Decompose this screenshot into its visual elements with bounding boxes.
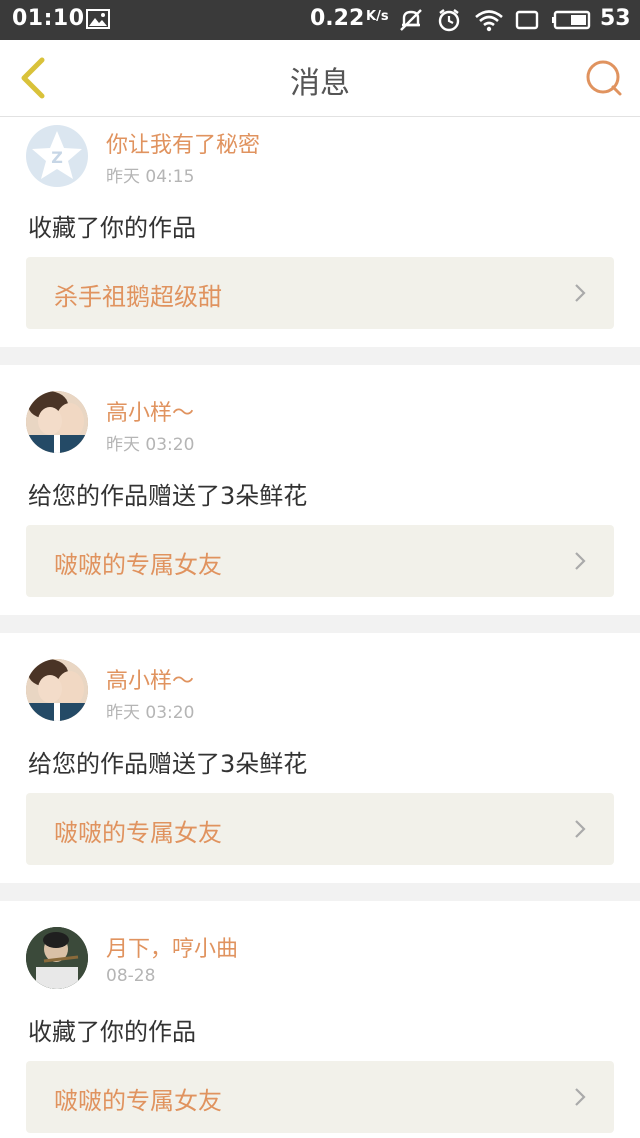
work-title: 啵啵的专属女友	[54, 819, 222, 847]
user-avatar[interactable]	[26, 927, 88, 989]
screen-rotation-icon	[515, 10, 539, 30]
chevron-right-icon	[575, 1088, 586, 1106]
page-title: 消息	[290, 66, 350, 101]
work-title: 啵啵的专属女友	[54, 551, 222, 579]
message-action: 收藏了你的作品	[28, 214, 196, 242]
work-link[interactable]: 啵啵的专属女友	[26, 793, 614, 865]
network-speed: 0.22	[310, 6, 365, 31]
message-card: 高小样～ 昨天 03:20 给您的作品赠送了3朵鲜花 啵啵的专属女友	[0, 633, 640, 883]
work-link[interactable]: 啵啵的专属女友	[26, 525, 614, 597]
message-action: 给您的作品赠送了3朵鲜花	[28, 482, 308, 510]
work-title: 杀手祖鹅超级甜	[54, 283, 222, 311]
network-speed-unit: K/s	[366, 9, 389, 24]
sender-name[interactable]: 你让我有了秘密	[106, 127, 260, 159]
muted-bell-icon	[400, 9, 422, 31]
chevron-right-icon	[575, 820, 586, 838]
work-link[interactable]: 啵啵的专属女友	[26, 1061, 614, 1133]
work-link[interactable]: 杀手祖鹅超级甜	[26, 257, 614, 329]
message-card: Z 你让我有了秘密 昨天 04:15 收藏了你的作品 杀手祖鹅超级甜	[0, 117, 640, 347]
battery-level: 53	[600, 6, 631, 31]
user-avatar[interactable]	[26, 391, 88, 453]
message-action: 给您的作品赠送了3朵鲜花	[28, 750, 308, 778]
svg-text:Z: Z	[51, 148, 63, 167]
header-bar: 消息	[0, 40, 640, 117]
message-card: 高小样～ 昨天 03:20 给您的作品赠送了3朵鲜花 啵啵的专属女友	[0, 365, 640, 615]
message-action: 收藏了你的作品	[28, 1018, 196, 1046]
message-time: 昨天 03:20	[106, 703, 195, 723]
message-time: 昨天 03:20	[106, 435, 195, 455]
message-time: 08-28	[106, 966, 156, 986]
qzone-star-icon[interactable]: Z	[26, 125, 88, 187]
alarm-icon	[438, 9, 460, 32]
sender-name[interactable]: 高小样～	[106, 395, 194, 427]
search-icon[interactable]	[584, 58, 624, 98]
status-bar: 01:10 0.22 K/s 53	[0, 0, 640, 40]
work-title: 啵啵的专属女友	[54, 1087, 222, 1115]
chevron-right-icon	[575, 552, 586, 570]
image-notification-icon	[86, 9, 110, 29]
message-time: 昨天 04:15	[106, 167, 195, 187]
chevron-right-icon	[575, 284, 586, 302]
status-time: 01:10	[12, 6, 85, 31]
sender-name[interactable]: 月下，哼小曲	[106, 931, 238, 963]
battery-icon	[552, 10, 591, 30]
user-avatar[interactable]	[26, 659, 88, 721]
wifi-icon	[475, 10, 503, 32]
sender-name[interactable]: 高小样～	[106, 663, 194, 695]
message-card: 月下，哼小曲 08-28 收藏了你的作品 啵啵的专属女友	[0, 901, 640, 1138]
